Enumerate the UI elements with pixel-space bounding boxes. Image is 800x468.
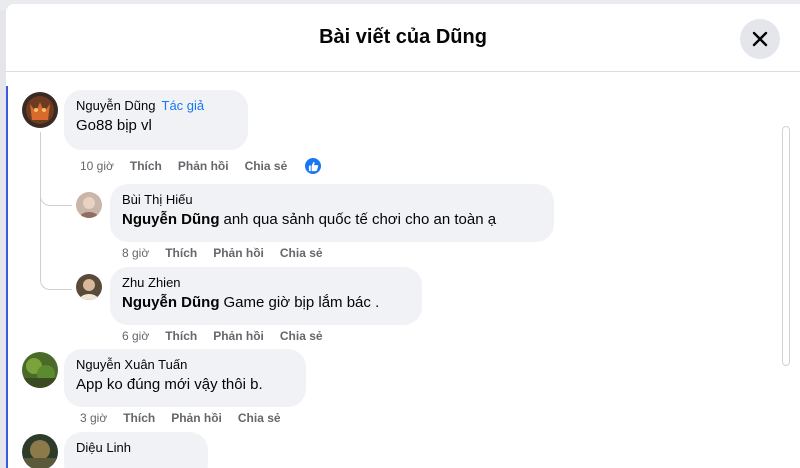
reply-button[interactable]: Phản hồi [213, 246, 264, 260]
modal-header: Bài viết của Dũng [6, 4, 800, 72]
mention-link[interactable]: Nguyễn Dũng [122, 294, 220, 311]
comment-author[interactable]: Nguyễn Dũng [76, 98, 156, 113]
comment-time[interactable]: 6 giờ [122, 329, 149, 343]
comment-actions: 8 giờ Thích Phản hồi Chia sẻ [122, 246, 339, 260]
avatar[interactable] [22, 434, 58, 468]
focus-accent-bar [6, 86, 8, 468]
comment-time[interactable]: 3 giờ [80, 411, 107, 425]
like-button[interactable]: Thích [165, 246, 197, 260]
comment-time[interactable]: 8 giờ [122, 246, 149, 260]
like-reaction-icon[interactable] [303, 156, 324, 176]
avatar[interactable] [22, 92, 58, 128]
reply-button[interactable]: Phản hồi [171, 411, 222, 425]
comment-bubble: Zhu Zhien Nguyễn Dũng Game giờ bịp lắm bá… [110, 267, 422, 325]
comment-author[interactable]: Bùi Thị Hiếu [122, 192, 542, 207]
like-button[interactable]: Thích [130, 159, 162, 173]
reply-button[interactable]: Phản hồi [213, 329, 264, 343]
thread-connector [40, 204, 72, 290]
comment-bubble: Nguyễn Xuân Tuấn App ko đúng mới vậy thô… [64, 349, 306, 407]
share-button[interactable]: Chia sẻ [280, 246, 323, 260]
share-button[interactable]: Chia sẻ [238, 411, 281, 425]
modal-title: Bài viết của Dũng [319, 26, 487, 48]
mention-link[interactable]: Nguyễn Dũng [122, 211, 220, 228]
share-button[interactable]: Chia sẻ [280, 329, 323, 343]
close-button[interactable] [740, 19, 780, 59]
avatar[interactable] [22, 352, 58, 388]
post-modal: Bài viết của Dũng Nguyễn Dũng Tác giả Go… [6, 4, 800, 468]
comment-text: App ko đúng mới vậy thôi b. [76, 376, 263, 393]
comment-bubble: Bùi Thị Hiếu Nguyễn Dũng anh qua sảnh quố… [110, 184, 554, 242]
close-icon [752, 31, 768, 47]
comment-bubble: Nguyễn Dũng Tác giả Go88 bịp vl [64, 90, 248, 150]
comment-actions: 10 giờ Thích Phản hồi Chia sẻ [80, 156, 324, 176]
thread-connector [40, 184, 72, 206]
comment-text: anh qua sảnh quốc tế chơi cho an toàn ạ [223, 211, 497, 228]
comment-author[interactable]: Nguyễn Xuân Tuấn [76, 357, 294, 372]
comment-time[interactable]: 10 giờ [80, 159, 114, 173]
like-button[interactable]: Thích [123, 411, 155, 425]
avatar[interactable] [76, 274, 102, 300]
reply-button[interactable]: Phản hồi [178, 159, 229, 173]
avatar[interactable] [76, 192, 102, 218]
like-button[interactable]: Thích [165, 329, 197, 343]
scrollbar[interactable] [782, 126, 790, 366]
comment-text: Game giờ bịp lắm bác . [223, 294, 380, 311]
comment-bubble: Diệu Linh [64, 432, 208, 468]
comment-text: Go88 bịp vl [76, 117, 152, 134]
share-button[interactable]: Chia sẻ [245, 159, 288, 173]
comment-actions: 6 giờ Thích Phản hồi Chia sẻ [122, 329, 339, 343]
comment-author[interactable]: Zhu Zhien [122, 275, 410, 290]
author-badge: Tác giả [161, 98, 205, 113]
comment-author[interactable]: Diệu Linh [76, 440, 196, 455]
comment-actions: 3 giờ Thích Phản hồi Chia sẻ [80, 411, 297, 425]
